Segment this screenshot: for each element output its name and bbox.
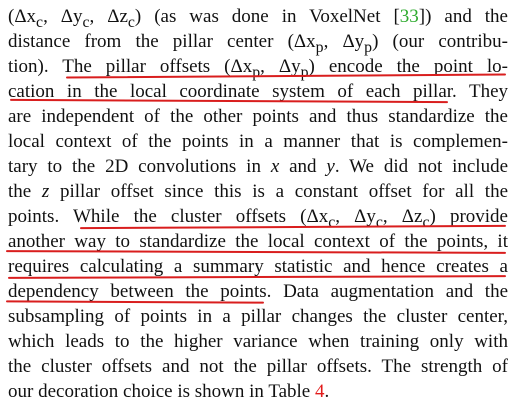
citation-link[interactable]: 33 [400, 6, 419, 27]
paper-excerpt: (Δxc, Δyc, Δzc) (as was done in VoxelNet… [0, 0, 518, 417]
text-line-15: the cluster offsets and not the pillar o… [8, 356, 508, 377]
table-reference-link[interactable]: 4 [315, 381, 325, 402]
math-delta-x: (Δx [8, 6, 37, 27]
text-line-13: subsampling of points in a pillar change… [8, 306, 508, 327]
text-line-8: the z pillar offset since this is a cons… [8, 181, 509, 202]
text-line-6: local context of the points in a manner … [8, 131, 508, 152]
text-line-14: which leads to the higher variance when … [8, 331, 508, 352]
text-line-7: tary to the 2D convolutions in x and y. … [8, 156, 509, 177]
text-line-5: are independent of the other points and … [8, 106, 508, 127]
text-line-16: our decoration choice is shown in Table … [8, 381, 330, 402]
